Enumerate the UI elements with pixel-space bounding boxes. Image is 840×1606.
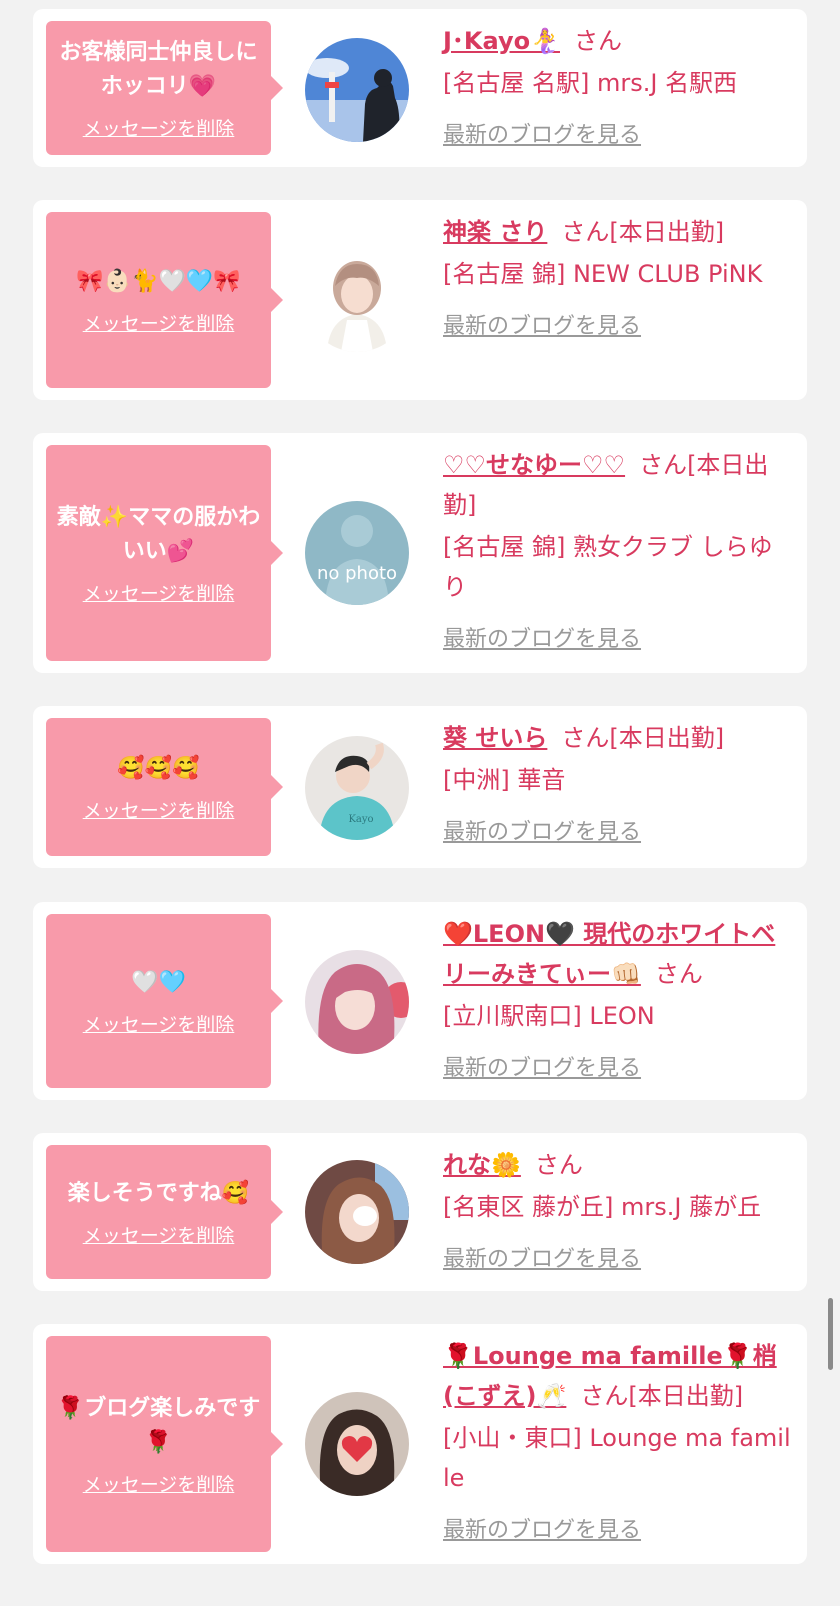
woman-portrait-icon <box>305 248 409 352</box>
message-bubble: 🤍🩵 メッセージを削除 <box>46 914 283 1088</box>
avatar[interactable]: Kayo <box>305 736 409 840</box>
sender-name-link[interactable]: 神楽 さり <box>443 218 547 246</box>
attendance-status: [本日出勤] <box>609 218 725 246</box>
message-text: 🤍🩵 <box>131 969 186 995</box>
shop-info: [名古屋 錦] 熟女クラブ しらゆり <box>443 533 773 601</box>
svg-text:Kayo: Kayo <box>348 814 373 825</box>
delete-message-link[interactable]: メッセージを削除 <box>83 579 235 606</box>
message-card: 🤍🩵 メッセージを削除 ❤️LEON🖤 現代のホワイトベリーみきてぃー👊🏻 さん … <box>33 902 807 1100</box>
message-bubble: 素敵✨ママの服かわいい💕 メッセージを削除 <box>46 445 283 661</box>
sender-info: J･Kayo🧜‍♀️ さん [名古屋 名駅] mrs.J 名駅西 最新のブログを見… <box>443 21 795 149</box>
message-bubble: 🌹ブログ楽しみです🌹 メッセージを削除 <box>46 1336 283 1552</box>
attendance-status: [本日出勤] <box>609 724 725 752</box>
honorific: さん <box>580 1382 629 1410</box>
message-text: 楽しそうですね🥰 <box>67 1180 250 1206</box>
avatar[interactable] <box>305 1392 409 1496</box>
shop-info: [名古屋 錦] NEW CLUB PiNK <box>443 260 763 288</box>
message-bubble: 楽しそうですね🥰 メッセージを削除 <box>46 1145 283 1279</box>
no-photo-label: no photo <box>317 563 397 584</box>
shop-info: [名東区 藤が丘] mrs.J 藤が丘 <box>443 1193 762 1221</box>
sender-info: ♡♡せなゆー♡♡ さん[本日出勤] [名古屋 錦] 熟女クラブ しらゆり 最新のブ… <box>443 445 795 653</box>
latest-blog-link[interactable]: 最新のブログを見る <box>443 117 641 149</box>
sender-info: 🌹Lounge ma famille🌹梢(こずえ)🥂 さん[本日出勤] [小山・東… <box>443 1336 795 1544</box>
message-text: 🌹ブログ楽しみです🌹 <box>56 1395 261 1455</box>
message-text: 素敵✨ママの服かわいい💕 <box>56 504 261 564</box>
no-photo-icon: no photo <box>305 501 409 605</box>
honorific: さん <box>534 1151 583 1179</box>
sender-info: 葵 せいら さん[本日出勤] [中洲] 華音 最新のブログを見る <box>443 718 795 846</box>
kyoto-tower-photo-icon <box>305 38 409 142</box>
avatar[interactable] <box>305 248 409 352</box>
sender-name-link[interactable]: れな🌼 <box>443 1151 521 1179</box>
delete-message-link[interactable]: メッセージを削除 <box>83 1010 235 1037</box>
latest-blog-link[interactable]: 最新のブログを見る <box>443 621 641 653</box>
delete-message-link[interactable]: メッセージを削除 <box>83 1470 235 1497</box>
woman-teal-shirt-icon: Kayo <box>305 736 409 840</box>
sender-line: 🌹Lounge ma famille🌹梢(こずえ)🥂 さん[本日出勤] <box>443 1336 795 1416</box>
message-text: 🎀👶🏻🐈🤍🩵🎀 <box>76 268 241 294</box>
honorific: さん <box>639 451 688 479</box>
woman-heart-face-icon <box>305 1392 409 1496</box>
avatar[interactable] <box>305 1160 409 1264</box>
sender-info: 神楽 さり さん[本日出勤] [名古屋 錦] NEW CLUB PiNK 最新のブ… <box>443 212 795 340</box>
message-card: 素敵✨ママの服かわいい💕 メッセージを削除 no photo ♡♡せなゆー♡♡ さ… <box>33 433 807 673</box>
sender-name-link[interactable]: ♡♡せなゆー♡♡ <box>443 451 625 479</box>
sender-name-link[interactable]: J･Kayo🧜‍♀️ <box>443 27 560 55</box>
honorific: さん <box>654 960 703 988</box>
latest-blog-link[interactable]: 最新のブログを見る <box>443 308 641 340</box>
message-card: お客様同士仲良しにホッコリ💗 メッセージを削除 J･Kayo🧜‍♀️ さん [名古… <box>33 9 807 167</box>
latest-blog-link[interactable]: 最新のブログを見る <box>443 814 641 846</box>
sender-line: れな🌼 さん <box>443 1145 795 1185</box>
avatar[interactable]: no photo <box>305 501 409 605</box>
message-card: 🎀👶🏻🐈🤍🩵🎀 メッセージを削除 神楽 さり さん[本日出勤] [名古屋 錦] N… <box>33 200 807 400</box>
sender-info: れな🌼 さん [名東区 藤が丘] mrs.J 藤が丘 最新のブログを見る <box>443 1145 795 1273</box>
honorific: さん <box>561 218 610 246</box>
sender-name-link[interactable]: 葵 せいら <box>443 724 547 752</box>
woman-hidden-face-icon <box>305 1160 409 1264</box>
sender-line: ♡♡せなゆー♡♡ さん[本日出勤] <box>443 445 795 525</box>
delete-message-link[interactable]: メッセージを削除 <box>83 309 235 336</box>
sender-line: J･Kayo🧜‍♀️ さん <box>443 21 795 61</box>
sender-line: 葵 せいら さん[本日出勤] <box>443 718 795 758</box>
shop-info: [名古屋 名駅] mrs.J 名駅西 <box>443 69 738 97</box>
message-card: 楽しそうですね🥰 メッセージを削除 れな🌼 さん [名東区 藤が丘] mrs.J … <box>33 1133 807 1291</box>
sender-line: ❤️LEON🖤 現代のホワイトベリーみきてぃー👊🏻 さん <box>443 914 795 994</box>
delete-message-link[interactable]: メッセージを削除 <box>83 114 235 141</box>
avatar[interactable] <box>305 38 409 142</box>
vertical-scrollbar[interactable] <box>828 1298 833 1370</box>
latest-blog-link[interactable]: 最新のブログを見る <box>443 1512 641 1544</box>
attendance-status: [本日出勤] <box>628 1382 744 1410</box>
delete-message-link[interactable]: メッセージを削除 <box>83 1221 235 1248</box>
message-bubble: 🥰🥰🥰 メッセージを削除 <box>46 718 283 856</box>
message-card: 🌹ブログ楽しみです🌹 メッセージを削除 🌹Lounge ma famille🌹梢… <box>33 1324 807 1564</box>
delete-message-link[interactable]: メッセージを削除 <box>83 796 235 823</box>
message-bubble: お客様同士仲良しにホッコリ💗 メッセージを削除 <box>46 21 283 155</box>
shop-info: [中洲] 華音 <box>443 766 566 794</box>
sender-info: ❤️LEON🖤 現代のホワイトベリーみきてぃー👊🏻 さん [立川駅南口] LEON… <box>443 914 795 1082</box>
sender-line: 神楽 さり さん[本日出勤] <box>443 212 795 252</box>
shop-info: [小山・東口] Lounge ma famille <box>443 1424 791 1492</box>
honorific: さん <box>574 27 622 55</box>
message-card: 🥰🥰🥰 メッセージを削除 Kayo 葵 せいら さん[本日出勤] [中洲] 華音 … <box>33 706 807 868</box>
latest-blog-link[interactable]: 最新のブログを見る <box>443 1050 641 1082</box>
shop-info: [立川駅南口] LEON <box>443 1002 655 1030</box>
pink-hair-woman-icon <box>305 950 409 1054</box>
message-bubble: 🎀👶🏻🐈🤍🩵🎀 メッセージを削除 <box>46 212 283 388</box>
message-text: 🥰🥰🥰 <box>117 755 200 781</box>
honorific: さん <box>561 724 610 752</box>
sender-name-link[interactable]: ❤️LEON🖤 現代のホワイトベリーみきてぃー👊🏻 <box>443 920 775 988</box>
avatar[interactable] <box>305 950 409 1054</box>
latest-blog-link[interactable]: 最新のブログを見る <box>443 1241 641 1273</box>
message-text: お客様同士仲良しにホッコリ💗 <box>59 39 258 99</box>
